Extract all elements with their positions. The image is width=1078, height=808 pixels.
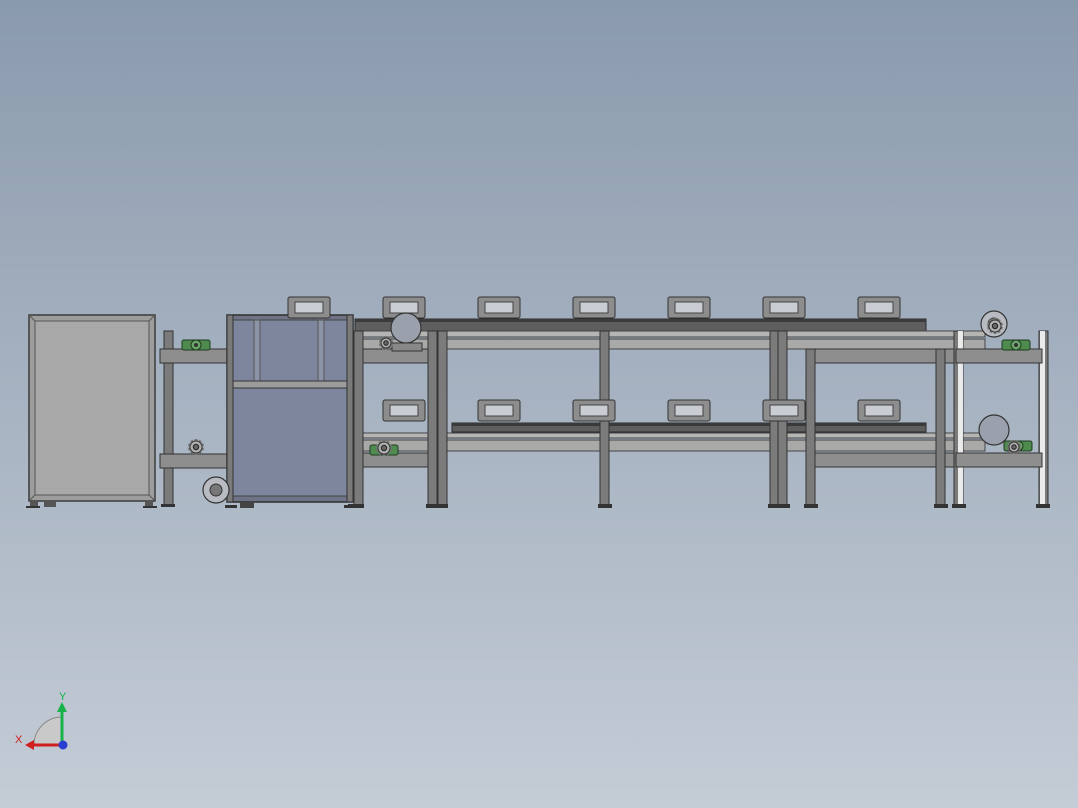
carrier-tray <box>667 399 711 422</box>
carrier-tray <box>382 399 426 422</box>
sprocket-gear-icon <box>187 439 205 455</box>
carrier-tray <box>477 399 521 422</box>
carrier-tray <box>572 399 616 422</box>
carrier-tray <box>477 296 521 319</box>
cad-viewport[interactable]: Y X <box>0 0 1078 808</box>
pillow-block-bearing-icon <box>1001 339 1031 351</box>
carrier-tray <box>762 296 806 319</box>
triad-y-label: Y <box>59 691 67 703</box>
loading-chamber[interactable] <box>225 314 356 508</box>
carrier-tray <box>667 296 711 319</box>
triad-x-label: X <box>15 734 23 746</box>
motor-icon <box>202 476 230 504</box>
pillow-block-bearing-icon <box>181 339 211 351</box>
motor-icon <box>978 414 1010 446</box>
viewport-background <box>0 0 1078 808</box>
sprocket-gear-icon <box>986 318 1004 334</box>
sprocket-gear-icon <box>1006 440 1022 454</box>
sprocket-gear-icon <box>375 440 393 456</box>
carrier-tray <box>287 296 331 319</box>
carrier-tray <box>762 399 806 422</box>
motor-icon <box>390 312 423 352</box>
conveyor-assembly-drawing[interactable]: Y X <box>0 0 1078 808</box>
carrier-tray <box>857 399 901 422</box>
carrier-tray <box>572 296 616 319</box>
electrical-cabinet[interactable] <box>26 314 157 508</box>
sprocket-gear-icon <box>378 336 394 350</box>
carrier-tray <box>857 296 901 319</box>
